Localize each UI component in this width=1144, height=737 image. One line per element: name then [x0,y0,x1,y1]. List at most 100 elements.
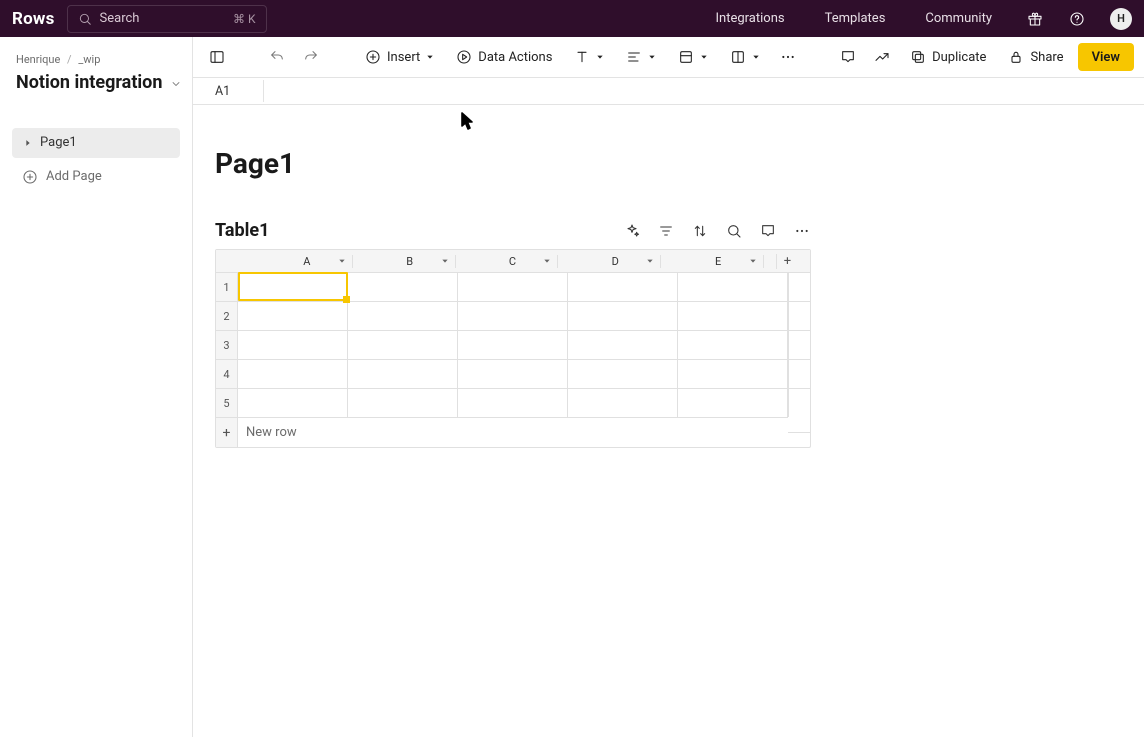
more-formatting-button[interactable] [774,43,802,71]
breadcrumb-folder[interactable]: _wip [78,53,100,66]
table-row: 4 [216,359,810,388]
page-title[interactable]: Page1 [215,147,1144,180]
doc-title[interactable]: Notion integration [16,72,162,94]
duplicate-button[interactable]: Duplicate [902,43,994,71]
play-circle-icon [456,49,472,65]
cell[interactable] [348,388,458,417]
chevron-down-icon [700,53,708,61]
add-column-button[interactable]: + [776,254,798,269]
breadcrumb[interactable]: Henrique / _wip [4,49,188,72]
cell[interactable] [458,272,568,301]
row-header[interactable]: 3 [216,330,238,359]
cell[interactable] [238,388,348,417]
cell[interactable] [568,359,678,388]
cell-format-button[interactable] [670,43,716,71]
sidebar: Henrique / _wip Notion integration Page1… [0,37,193,737]
cell[interactable] [678,330,788,359]
cell[interactable] [568,330,678,359]
nav-integrations[interactable]: Integrations [715,11,784,26]
comment-table-button[interactable] [759,222,777,240]
formula-bar[interactable]: A1 [193,77,1144,105]
filter-icon [658,223,674,239]
view-button[interactable]: View [1078,43,1134,71]
sort-icon [692,223,708,239]
ai-tool-button[interactable] [623,222,641,240]
column-header[interactable]: C [468,255,559,268]
cell[interactable] [348,359,458,388]
column-header[interactable]: A [262,255,353,268]
cell[interactable] [678,359,788,388]
search-input[interactable]: Search ⌘ K [67,5,267,33]
cell[interactable] [458,359,568,388]
add-page-button[interactable]: Add Page [12,162,180,192]
cell[interactable] [568,388,678,417]
column-label: A [303,255,310,268]
gift-icon[interactable] [1022,6,1048,32]
chevron-down-icon[interactable] [749,257,757,265]
comment-button[interactable] [834,43,862,71]
add-page-label: Add Page [46,169,102,184]
cell[interactable] [238,272,348,301]
undo-button[interactable] [263,43,291,71]
sparkle-icon [624,223,640,239]
nav-templates[interactable]: Templates [825,11,886,26]
cell[interactable] [348,272,458,301]
cell-reference[interactable]: A1 [215,84,251,99]
sidebar-page-item[interactable]: Page1 [12,128,180,158]
table-more-button[interactable] [793,222,811,240]
table-row: 2 [216,301,810,330]
share-button[interactable]: Share [1000,43,1071,71]
table-title[interactable]: Table1 [215,220,269,241]
chevron-down-icon[interactable] [543,257,551,265]
redo-button[interactable] [297,43,325,71]
toggle-sidebar-button[interactable] [203,43,231,71]
chevron-down-icon[interactable] [170,78,182,90]
cell[interactable] [238,301,348,330]
cell[interactable] [568,272,678,301]
analytics-button[interactable] [868,43,896,71]
cell[interactable] [238,359,348,388]
row-header[interactable]: 4 [216,359,238,388]
align-button[interactable] [618,43,664,71]
column-header[interactable]: E [673,255,764,268]
cell[interactable] [678,272,788,301]
chevron-down-icon [752,53,760,61]
search-table-button[interactable] [725,222,743,240]
layout-button[interactable] [722,43,768,71]
row-header[interactable]: 5 [216,388,238,417]
spreadsheet-table[interactable]: A B C D E + 1 2 3 4 5 + New row [215,249,811,448]
filter-button[interactable] [657,222,675,240]
row-header[interactable]: 1 [216,272,238,301]
cell[interactable] [458,388,568,417]
nav-community[interactable]: Community [925,11,992,26]
duplicate-label: Duplicate [932,50,986,65]
breadcrumb-owner[interactable]: Henrique [16,53,60,66]
cell[interactable] [678,388,788,417]
table-header: Table1 [215,220,811,241]
cell[interactable] [458,330,568,359]
help-icon[interactable] [1064,6,1090,32]
text-format-button[interactable] [566,43,612,71]
cell[interactable] [458,301,568,330]
chevron-down-icon[interactable] [338,257,346,265]
avatar[interactable]: H [1110,8,1132,30]
insert-button[interactable]: Insert [357,43,442,71]
new-row-button[interactable]: + New row [216,417,810,447]
align-left-icon [626,49,642,65]
comment-icon [760,223,776,239]
data-actions-button[interactable]: Data Actions [448,43,560,71]
sort-button[interactable] [691,222,709,240]
row-header[interactable]: 2 [216,301,238,330]
toolbar: Insert Data Actions [193,37,1144,77]
chevron-down-icon[interactable] [441,257,449,265]
redo-icon [303,49,319,65]
cell[interactable] [678,301,788,330]
chevron-down-icon[interactable] [646,257,654,265]
cell[interactable] [348,301,458,330]
column-header[interactable]: B [365,255,456,268]
panel-icon [209,49,225,65]
cell[interactable] [348,330,458,359]
cell[interactable] [238,330,348,359]
column-header[interactable]: D [570,255,661,268]
cell[interactable] [568,301,678,330]
